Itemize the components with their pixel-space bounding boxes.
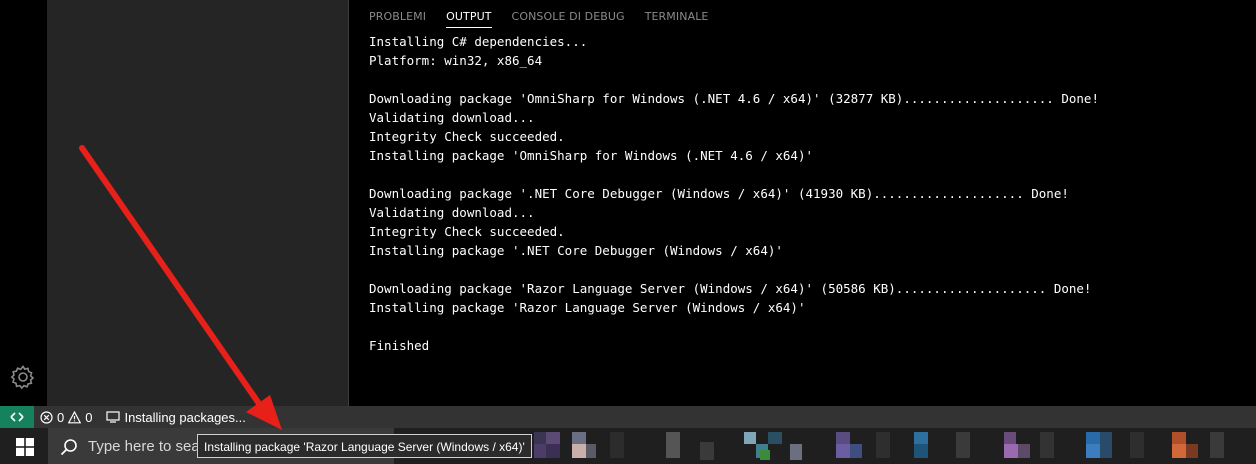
warning-count: 0 — [85, 409, 93, 425]
sidebar — [47, 0, 348, 406]
output-line: Downloading package 'Razor Language Serv… — [369, 281, 1092, 296]
output-line: Downloading package 'OmniSharp for Windo… — [369, 91, 1099, 106]
tab-terminal[interactable]: TERMINALE — [645, 0, 709, 30]
status-message[interactable]: Installing packages... — [106, 409, 246, 425]
windows-icon — [16, 438, 34, 456]
output-line: Validating download... — [369, 110, 535, 125]
output-line: Installing C# dependencies... — [369, 34, 588, 49]
warning-icon — [68, 410, 82, 423]
output-line: Integrity Check succeeded. — [369, 224, 565, 239]
error-icon — [40, 410, 53, 424]
tab-output[interactable]: OUTPUT — [446, 0, 492, 28]
output-line: Finished — [369, 338, 430, 353]
activity-bar — [0, 0, 47, 406]
sync-icon — [106, 411, 121, 423]
taskbar-tooltip: Installing package 'Razor Language Serve… — [197, 434, 532, 458]
status-bar: 0 0 Installing packages... — [0, 406, 1256, 428]
screen: PROBLEMI OUTPUT CONSOLE DI DEBUG TERMINA… — [0, 0, 1256, 464]
status-message-text: Installing packages... — [124, 409, 246, 425]
output-line: Platform: win32, x86_64 — [369, 53, 543, 68]
remote-indicator[interactable] — [0, 406, 34, 428]
output-line: Downloading package '.NET Core Debugger … — [369, 186, 1069, 201]
output-line: Integrity Check succeeded. — [369, 129, 565, 144]
output-line: Validating download... — [369, 205, 535, 220]
tab-debug-console[interactable]: CONSOLE DI DEBUG — [512, 0, 625, 30]
remote-icon — [10, 412, 24, 422]
problems-status[interactable]: 0 0 — [40, 410, 92, 425]
search-icon — [60, 439, 77, 456]
output-log: Installing C# dependencies... Platform: w… — [369, 32, 1099, 355]
status-items: 0 0 Installing packages... — [40, 406, 254, 428]
output-panel: PROBLEMI OUTPUT CONSOLE DI DEBUG TERMINA… — [349, 0, 1256, 406]
output-line: Installing package 'Razor Language Serve… — [369, 300, 806, 315]
output-line: Installing package '.NET Core Debugger (… — [369, 243, 783, 258]
panel-tabs: PROBLEMI OUTPUT CONSOLE DI DEBUG TERMINA… — [369, 0, 708, 32]
gear-icon[interactable] — [10, 364, 36, 390]
error-count: 0 — [57, 409, 65, 425]
start-button[interactable] — [0, 428, 48, 464]
output-line: Installing package 'OmniSharp for Window… — [369, 148, 814, 163]
tab-problems[interactable]: PROBLEMI — [369, 0, 426, 30]
taskbar: Type here to search — [0, 428, 1256, 464]
